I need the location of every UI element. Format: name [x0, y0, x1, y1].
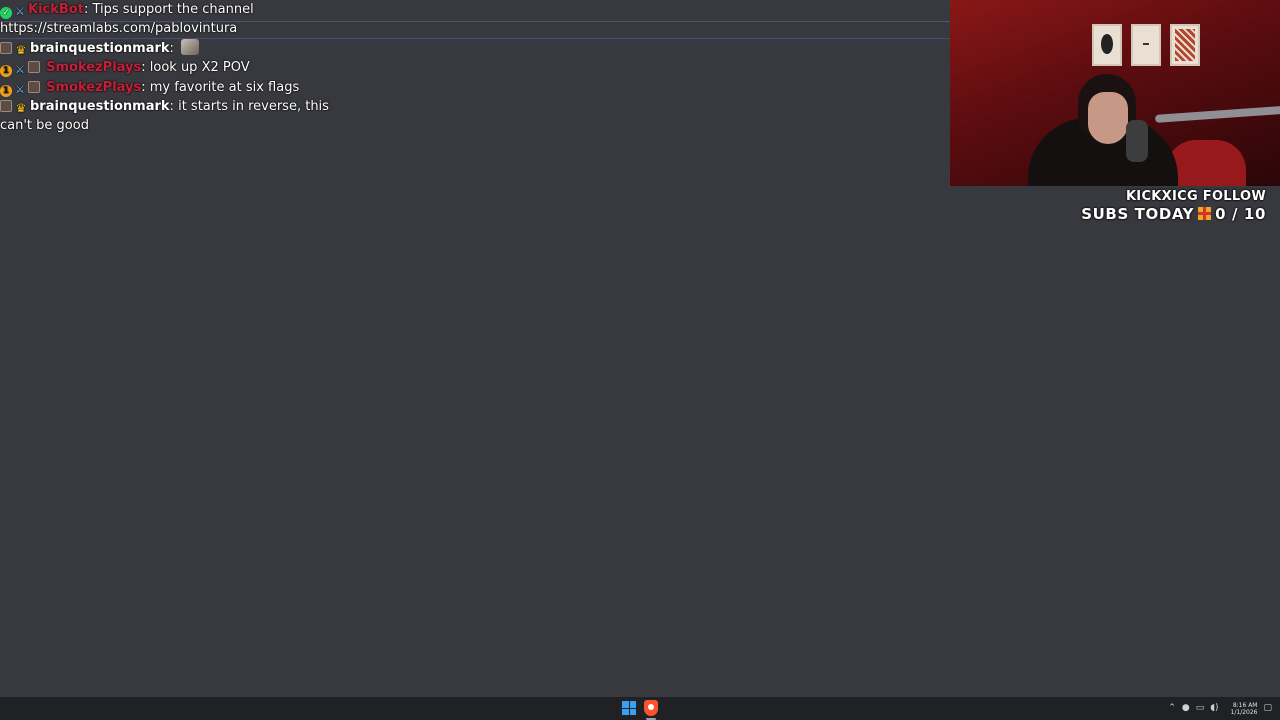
- clock-date: 1/1/2026: [1230, 708, 1258, 716]
- crown-badge-icon: ♛: [15, 42, 27, 57]
- sword-badge-icon: ⚔: [15, 82, 25, 96]
- chat-message: ✓ ⚔ KickBot: Tips support the channel http…: [0, 0, 360, 39]
- chat-overlay: ✓ ⚔ KickBot: Tips support the channel http…: [0, 0, 360, 136]
- one-month-badge-icon: 1: [0, 65, 12, 78]
- chevron-up-icon[interactable]: ⌃: [1168, 704, 1176, 713]
- chat-text: my favorite at six flags: [149, 79, 300, 95]
- wall-art-frame: [1092, 24, 1122, 66]
- sub-goal-widget: KICKXICG FOLLOW SUBS TODAY 0 / 10: [966, 188, 1266, 223]
- chat-username[interactable]: SmokezPlays: [46, 60, 141, 75]
- chat-message: 1 ⚔ SmokezPlays: look up X2 POV: [0, 58, 360, 78]
- chat-username[interactable]: brainquestionmark: [30, 99, 170, 114]
- system-tray: ⌃ ● ▭ ◖) 8:16 AM 1/1/2026 ▢: [1168, 697, 1280, 720]
- windows-taskbar: ⌃ ● ▭ ◖) 8:16 AM 1/1/2026 ▢: [0, 697, 1280, 720]
- chat-message: ♛ brainquestionmark:: [0, 38, 360, 58]
- volume-icon[interactable]: ◖): [1210, 704, 1218, 713]
- sword-badge-icon: ⚔: [15, 5, 25, 18]
- chat-message: 1 ⚔ SmokezPlays: my favorite at six flags: [0, 78, 360, 97]
- windows-start-icon[interactable]: [622, 701, 636, 715]
- chat-text: look up X2 POV: [149, 60, 250, 76]
- chat-separator: :: [141, 79, 146, 95]
- avatar-badge-icon: [0, 100, 12, 113]
- system-clock[interactable]: 8:16 AM 1/1/2026: [1231, 702, 1258, 716]
- chat-separator: :: [169, 99, 174, 115]
- wall-art-frame: [1170, 24, 1200, 66]
- chat-separator: :: [141, 60, 146, 76]
- streamer-face: [1088, 92, 1128, 144]
- chat-message: ♛ brainquestionmark: it starts in reverse…: [0, 97, 360, 136]
- subs-today-label: SUBS TODAY 0 / 10: [966, 205, 1266, 223]
- mic-arm: [1154, 105, 1280, 123]
- verified-badge-icon: ✓: [0, 7, 12, 19]
- wall-art-frame: [1131, 24, 1161, 66]
- network-icon[interactable]: ▭: [1196, 704, 1205, 713]
- chat-username[interactable]: SmokezPlays: [46, 80, 141, 95]
- one-month-badge-icon: 1: [0, 84, 12, 97]
- microphone-icon: [1126, 120, 1148, 162]
- brave-browser-icon[interactable]: [644, 700, 658, 716]
- follow-label: KICKXICG FOLLOW: [1125, 189, 1266, 204]
- gift-icon: [1198, 207, 1212, 220]
- mic-icon[interactable]: ●: [1182, 704, 1190, 713]
- stream-stage: ✓ ⚔ KickBot: Tips support the channel http…: [0, 0, 1280, 720]
- chat-separator: :: [83, 2, 89, 17]
- chat-username[interactable]: KickBot: [28, 2, 84, 17]
- chat-username[interactable]: brainquestionmark: [30, 41, 170, 56]
- sword-badge-icon: ⚔: [15, 63, 25, 77]
- chat-separator: :: [169, 40, 174, 56]
- avatar-badge-icon: [28, 61, 40, 74]
- subs-count: 0 / 10: [1215, 205, 1266, 223]
- avatar-badge-icon: [0, 41, 12, 54]
- streamer-webcam: [950, 0, 1280, 186]
- emote-icon: [181, 38, 200, 55]
- clock-time: 8:16 AM: [1232, 701, 1258, 709]
- gaming-chair: [1166, 140, 1246, 186]
- notification-icon[interactable]: ▢: [1263, 704, 1272, 713]
- avatar-badge-icon: [28, 80, 40, 93]
- subs-today-text: SUBS TODAY: [1081, 205, 1195, 223]
- crown-badge-icon: ♛: [15, 101, 27, 116]
